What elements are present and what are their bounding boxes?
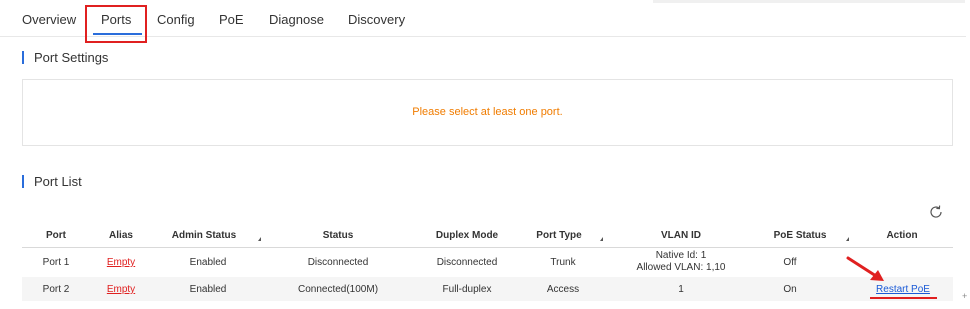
cell-admin-status: Enabled — [189, 284, 227, 295]
sort-icon[interactable] — [258, 237, 261, 241]
port-settings-title: Port Settings — [34, 50, 109, 65]
refresh-icon[interactable] — [927, 203, 945, 221]
table-row: Port 2 Empty Enabled Connected(100M) Ful… — [22, 277, 953, 301]
annotation-underline — [870, 297, 937, 299]
cell-port-type: Trunk — [550, 257, 576, 268]
cell-status: Disconnected — [307, 257, 369, 268]
col-poe-status: PoE Status — [773, 230, 827, 241]
cell-vlan-id: 1 — [678, 284, 684, 295]
col-port: Port — [46, 230, 66, 241]
tab-discovery[interactable]: Discovery — [348, 12, 405, 27]
col-alias: Alias — [109, 230, 133, 241]
table-row: Port 1 Empty Enabled Disconnected Discon… — [22, 249, 953, 273]
cell-poe-status: Off — [783, 257, 797, 268]
restart-poe-link[interactable]: Restart PoE — [876, 284, 930, 295]
alias-link[interactable]: Empty — [107, 257, 135, 268]
port-list-title: Port List — [34, 174, 82, 189]
tab-overview[interactable]: Overview — [22, 12, 76, 27]
port-settings-panel: Please select at least one port. — [22, 79, 953, 146]
annotation-arrow-icon — [846, 256, 884, 281]
alias-link[interactable]: Empty — [107, 284, 135, 295]
section-marker — [22, 51, 24, 64]
col-status: Status — [322, 230, 354, 241]
table-header: Port Alias Admin Status Status Duplex Mo… — [22, 224, 953, 248]
col-action: Action — [886, 230, 918, 241]
cell-duplex-mode: Disconnected — [436, 257, 498, 268]
sort-icon[interactable] — [600, 237, 603, 241]
col-vlan-id: VLAN ID — [661, 230, 701, 241]
cell-duplex-mode: Full-duplex — [442, 284, 492, 295]
cell-port: Port 2 — [42, 284, 70, 295]
select-port-message: Please select at least one port. — [412, 106, 563, 118]
sort-icon[interactable] — [846, 237, 849, 241]
cell-port: Port 1 — [42, 257, 70, 268]
col-port-type: Port Type — [536, 230, 582, 241]
cell-admin-status: Enabled — [189, 257, 227, 268]
col-duplex-mode: Duplex Mode — [435, 230, 499, 241]
cell-vlan-allowed: Allowed VLAN: 1,10 — [636, 262, 726, 273]
tab-diagnose[interactable]: Diagnose — [269, 12, 324, 27]
cell-vlan-native: Native Id: 1 — [655, 250, 707, 261]
annotation-highlight-box — [85, 5, 147, 43]
cell-status: Connected(100M) — [297, 284, 379, 295]
cell-poe-status: On — [783, 284, 797, 295]
cursor-mark: + — [962, 291, 968, 301]
tab-config[interactable]: Config — [157, 12, 195, 27]
cell-port-type: Access — [546, 284, 580, 295]
section-marker — [22, 175, 24, 188]
tab-poe[interactable]: PoE — [219, 12, 244, 27]
col-admin-status: Admin Status — [171, 230, 237, 241]
